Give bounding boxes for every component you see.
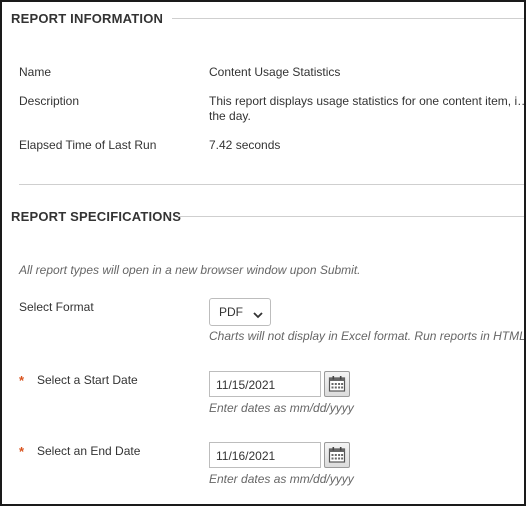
end-date-input[interactable]: 11/16/2021 — [209, 442, 321, 468]
section-divider — [178, 216, 524, 217]
start-date-hint: Enter dates as mm/dd/yyyy — [209, 401, 354, 415]
submit-note: All report types will open in a new brow… — [19, 263, 361, 277]
select-format-label: Select Format — [19, 300, 94, 314]
description-value: This report displays usage statistics fo… — [209, 94, 526, 123]
required-marker: * — [19, 444, 25, 459]
report-panel: REPORT INFORMATION Name Content Usage St… — [0, 0, 526, 506]
calendar-icon — [328, 376, 346, 392]
end-date-calendar-button[interactable] — [324, 442, 350, 468]
end-date-label: Select an End Date — [37, 444, 141, 458]
start-date-calendar-button[interactable] — [324, 371, 350, 397]
end-date-hint: Enter dates as mm/dd/yyyy — [209, 472, 354, 486]
section-divider — [172, 18, 524, 19]
calendar-icon — [328, 447, 346, 463]
required-marker: * — [19, 373, 25, 388]
report-specifications-heading: REPORT SPECIFICATIONS — [11, 209, 182, 224]
start-date-input[interactable]: 11/15/2021 — [209, 371, 321, 397]
name-label: Name — [19, 65, 52, 79]
chevron-down-icon — [253, 308, 263, 322]
elapsed-time-label: Elapsed Time of Last Run — [19, 138, 157, 152]
report-information-heading: REPORT INFORMATION — [11, 11, 164, 26]
format-select[interactable]: PDF — [209, 298, 271, 326]
format-hint: Charts will not display in Excel format.… — [209, 329, 526, 343]
elapsed-time-value: 7.42 seconds — [209, 138, 281, 152]
info-bottom-divider — [19, 184, 524, 185]
start-date-label: Select a Start Date — [37, 373, 138, 387]
name-value: Content Usage Statistics — [209, 65, 341, 79]
description-label: Description — [19, 94, 80, 108]
format-select-value: PDF — [219, 305, 243, 319]
